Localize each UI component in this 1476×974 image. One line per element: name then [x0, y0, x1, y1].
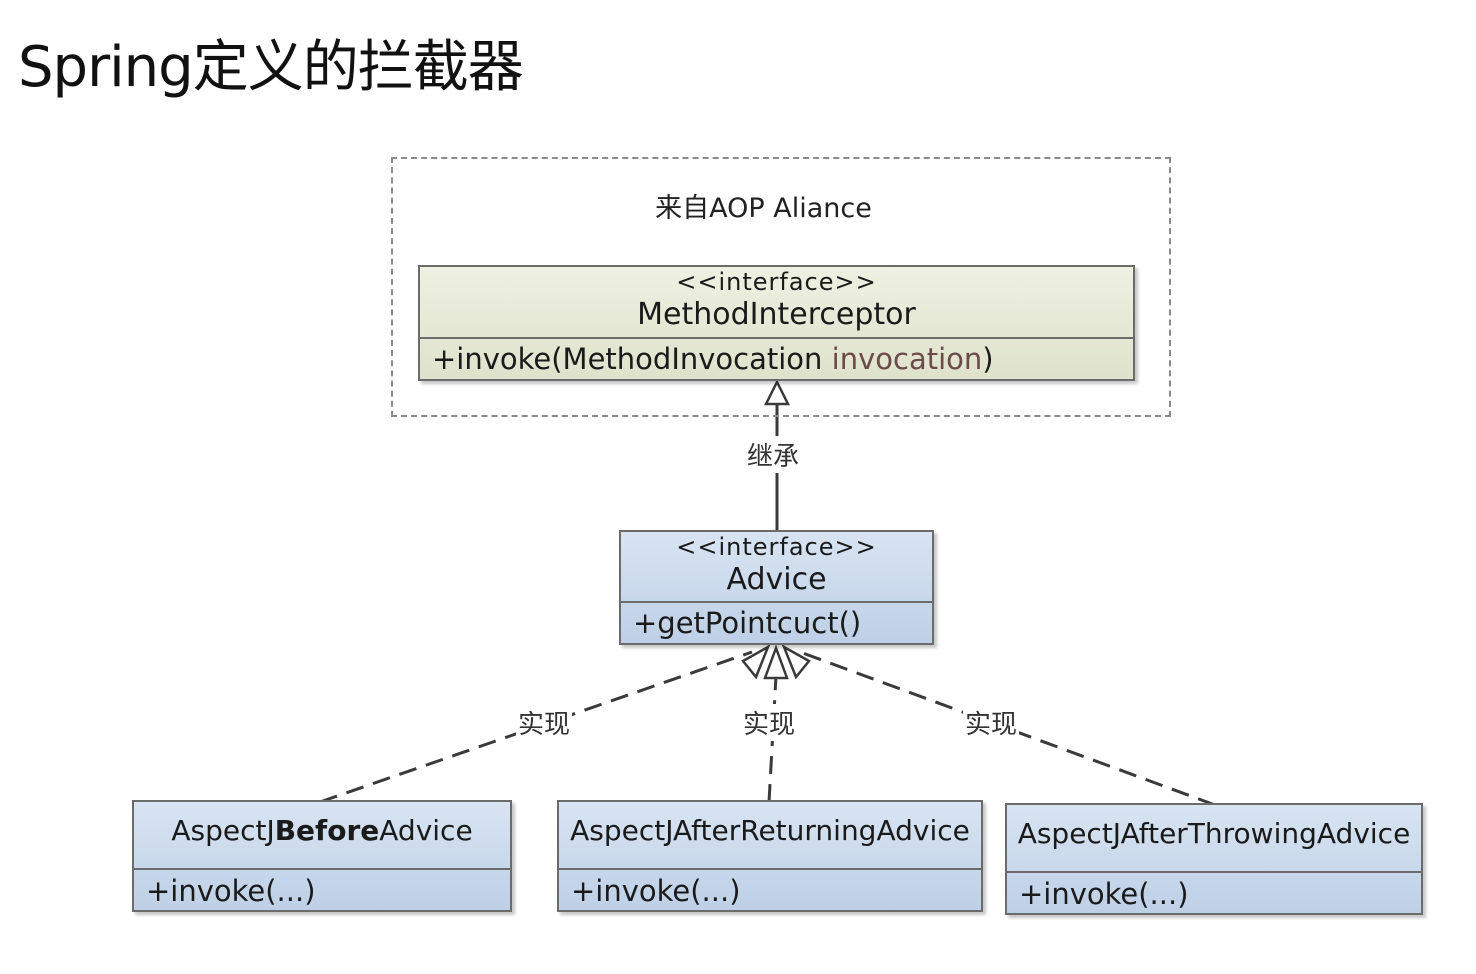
realization-label-left: 实现 [516, 704, 573, 741]
class-aspectj-after-throwing-advice[interactable]: AspectJAfterThrowingAdvice +invoke(...) [1005, 803, 1423, 915]
class-name-prefix: AspectJ [171, 814, 275, 847]
method-signature: +invoke(MethodInvocation [432, 342, 832, 376]
class-name-emphasis: Before [274, 814, 380, 847]
class-header: <<interface>> Advice [621, 532, 932, 603]
method-invoke: +invoke(MethodInvocation invocation) [420, 339, 1133, 379]
class-aspectj-before-advice[interactable]: AspectJBeforeAdvice +invoke(...) [132, 800, 512, 912]
realization-arrowhead-middle [763, 644, 789, 680]
class-name: AspectJBeforeAdvice [171, 814, 472, 847]
method-invoke: +invoke(...) [571, 874, 741, 908]
class-name-suffix: Advice [379, 814, 473, 847]
class-name: AspectJAfterThrowingAdvice [1017, 817, 1411, 850]
method-invoke: +invoke(...) [146, 874, 316, 908]
stereotype-label: <<interface>> [676, 533, 877, 561]
inheritance-label: 继承 [745, 436, 802, 473]
class-header: AspectJAfterReturningAdvice [559, 802, 981, 870]
stereotype-label: <<interface>> [676, 268, 877, 296]
method-invoke: +invoke(...) [1019, 877, 1189, 911]
class-name: Advice [726, 562, 827, 597]
class-header: AspectJBeforeAdvice [134, 802, 510, 870]
class-header: AspectJAfterThrowingAdvice [1007, 805, 1421, 873]
class-name: MethodInterceptor [637, 297, 916, 332]
realization-arrowhead-right [781, 644, 811, 680]
class-method-interceptor[interactable]: <<interface>> MethodInterceptor +invoke(… [418, 265, 1135, 381]
method-close-paren: ) [982, 342, 994, 376]
class-header: <<interface>> MethodInterceptor [420, 267, 1133, 339]
class-aspectj-after-returning-advice[interactable]: AspectJAfterReturningAdvice +invoke(...) [557, 800, 983, 912]
class-name: AspectJAfterReturningAdvice [570, 814, 970, 847]
aop-alliance-label: 来自AOP Aliance [655, 193, 872, 224]
class-advice[interactable]: <<interface>> Advice +getPointcuct() [619, 530, 934, 645]
param-name: invocation [831, 342, 983, 376]
realization-arrowhead-left [741, 644, 771, 680]
realization-label-right: 实现 [963, 704, 1020, 741]
realization-label-middle: 实现 [741, 704, 798, 741]
method-get-pointcut: +getPointcuct() [633, 606, 862, 640]
